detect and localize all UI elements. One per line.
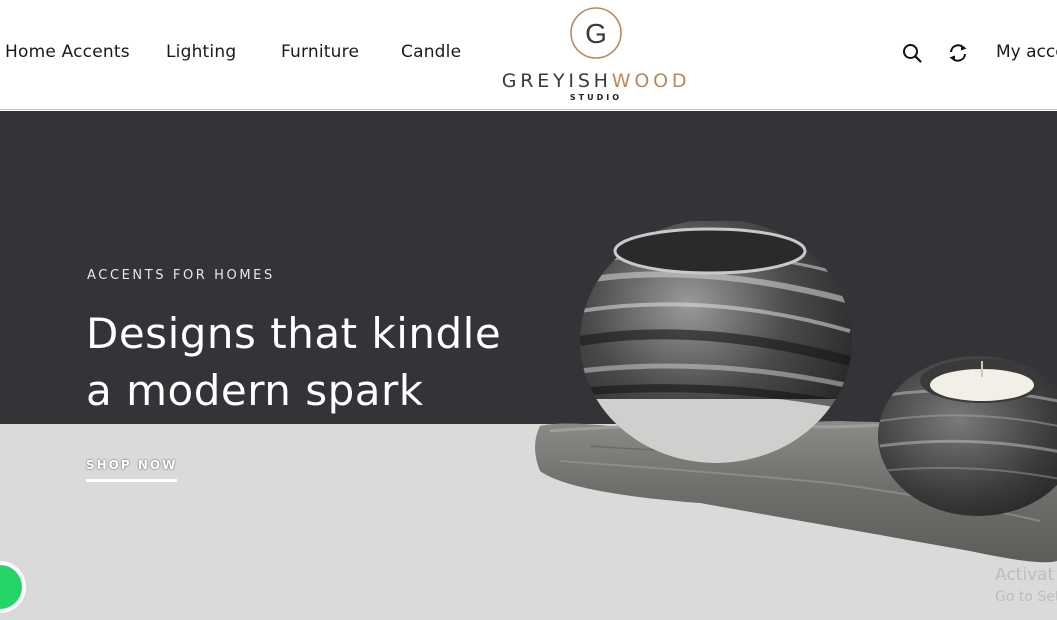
whatsapp-icon[interactable]	[0, 565, 22, 609]
nav-item-furniture[interactable]: Furniture	[281, 42, 359, 62]
hero-headline-line1: Designs that kindle	[86, 309, 502, 358]
hero-banner: ACCENTS FOR HOMES Designs that kindle a …	[0, 111, 1057, 620]
logo-monogram-icon: G	[570, 7, 622, 59]
site-header: Home Accents Lighting Furniture Candle G…	[0, 0, 1057, 110]
search-icon[interactable]	[901, 42, 923, 64]
os-watermark-line1: Activat	[995, 565, 1055, 585]
my-account-link[interactable]: My acco	[996, 42, 1057, 62]
hero-headline: Designs that kindle a modern spark	[86, 305, 501, 419]
brand-logo[interactable]: G GREYISHWOOD STUDIO	[500, 6, 692, 106]
nav-item-home-accents[interactable]: Home Accents	[5, 42, 130, 62]
product-image	[535, 221, 1057, 563]
logo-wordmark-grey: GREYISH	[501, 70, 612, 92]
logo-subtitle: STUDIO	[569, 93, 623, 102]
nav-item-lighting[interactable]: Lighting	[166, 42, 236, 62]
os-watermark-line2: Go to Set	[995, 589, 1057, 605]
logo-wordmark: GREYISHWOOD	[500, 70, 692, 92]
hero-headline-line2: a modern spark	[86, 366, 424, 415]
refresh-icon[interactable]	[947, 42, 969, 64]
shop-now-button[interactable]: SHOP NOW	[86, 458, 178, 482]
hero-eyebrow: ACCENTS FOR HOMES	[87, 268, 275, 283]
nav-item-candle[interactable]: Candle	[401, 42, 461, 62]
logo-monogram-letter: G	[585, 18, 607, 49]
logo-wordmark-wood: WOOD	[611, 70, 691, 92]
